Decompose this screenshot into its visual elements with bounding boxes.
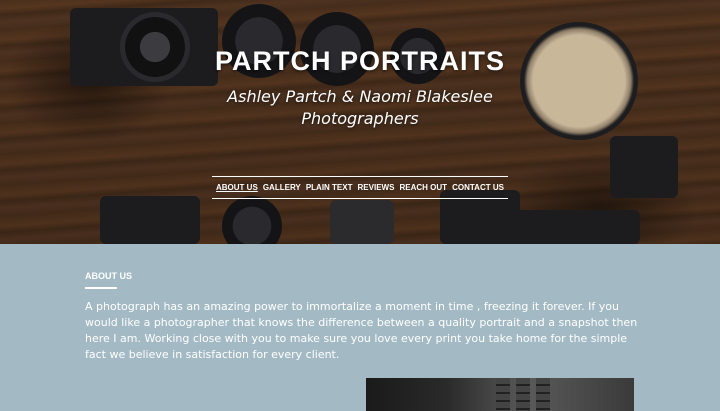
nav-about-us[interactable]: ABOUT US — [216, 183, 258, 192]
brick-wall-image — [536, 378, 550, 411]
nav-plain-text[interactable]: PLAIN TEXT — [306, 183, 353, 192]
site-title: PARTCH PORTRAITS — [215, 46, 505, 76]
site-subtitle: Ashley Partch & Naomi Blakeslee Photogra… — [0, 86, 720, 130]
brick-wall-image — [516, 378, 530, 411]
camera-body-image — [510, 210, 640, 244]
about-body: A photograph has an amazing power to imm… — [85, 300, 638, 361]
nav-reach-out[interactable]: REACH OUT — [399, 183, 447, 192]
lens-image — [222, 196, 282, 244]
heading-underline — [85, 287, 117, 289]
subtitle-names: Ashley Partch & Naomi Blakeslee — [227, 87, 493, 106]
nav-gallery[interactable]: GALLERY — [263, 183, 301, 192]
portrait-photo-image — [366, 378, 634, 411]
nav-reviews[interactable]: REVIEWS — [358, 183, 395, 192]
about-heading: ABOUT US — [85, 271, 132, 281]
nav-contact-us[interactable]: CONTACT US — [452, 183, 504, 192]
subtitle-role: Photographers — [301, 109, 419, 128]
hero-banner: PARTCH PORTRAITS Ashley Partch & Naomi B… — [0, 0, 720, 244]
flash-unit-image — [330, 200, 394, 244]
brick-wall-image — [496, 378, 510, 411]
flash-trigger-image — [610, 136, 678, 198]
main-navigation: ABOUT US GALLERY PLAIN TEXT REVIEWS REAC… — [212, 176, 508, 199]
camera-body-image — [100, 196, 200, 244]
